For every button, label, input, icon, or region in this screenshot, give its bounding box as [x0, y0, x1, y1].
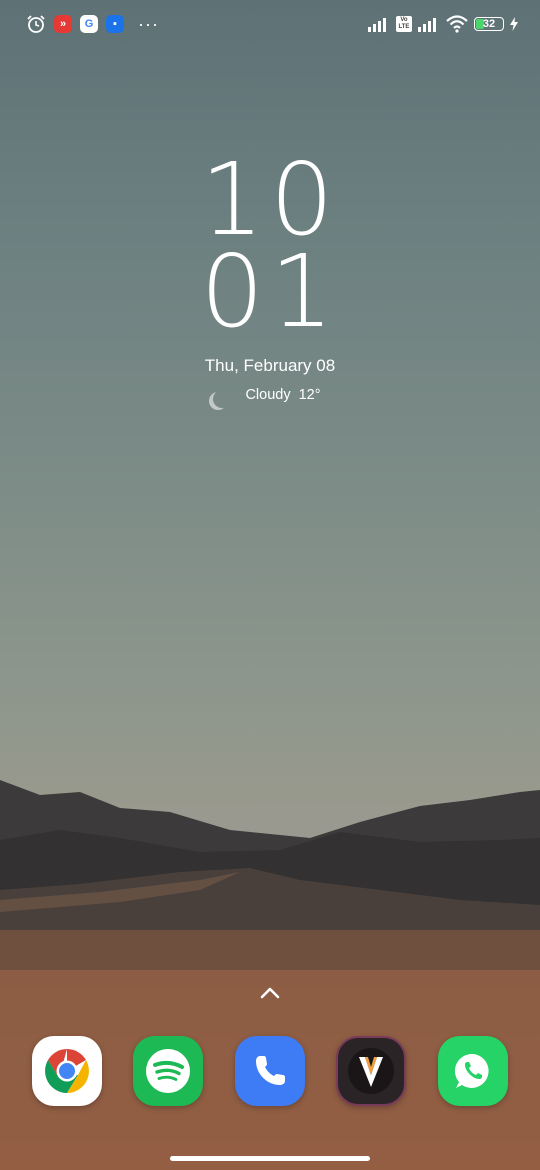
phone-icon — [256, 1056, 285, 1085]
battery-icon: 32 — [474, 17, 504, 31]
navigation-gesture-bar[interactable] — [170, 1156, 370, 1161]
app-drawer-chevron-up-icon[interactable] — [256, 983, 284, 1003]
charging-icon — [510, 17, 518, 31]
wifi-icon — [446, 15, 468, 33]
moon-cloud-icon — [209, 392, 227, 410]
volte-icon: Vo LTE — [396, 16, 412, 32]
chrome-app-icon[interactable] — [32, 1036, 102, 1106]
weather-temperature: 12° — [298, 387, 321, 403]
alarm-icon — [27, 15, 45, 33]
phone-app-icon[interactable] — [235, 1036, 305, 1106]
clock-minutes: 01 — [200, 233, 340, 350]
weather-condition: Cloudy — [245, 387, 291, 403]
app-notification-red-icon: » — [54, 15, 72, 33]
weather-widget[interactable]: Cloudy 12° — [0, 386, 540, 404]
signal-icon — [368, 18, 386, 32]
spotify-icon — [146, 1049, 190, 1093]
google-icon: G — [80, 15, 98, 33]
app-notification-blue-icon: ▪ — [106, 15, 124, 33]
whatsapp-icon — [454, 1053, 489, 1088]
date-label: Thu, February 08 — [204, 356, 336, 375]
system-icons: Vo LTE 32 — [368, 15, 518, 33]
whatsapp-app-icon[interactable] — [438, 1036, 508, 1106]
v-app-icon[interactable] — [336, 1036, 406, 1106]
battery-level: 32 — [482, 18, 496, 30]
notification-icons: » G ▪ ··· — [26, 14, 159, 34]
v-app-logo-icon — [348, 1048, 394, 1094]
more-notifications-indicator: ··· — [138, 14, 159, 34]
status-bar: » G ▪ ··· Vo LTE 32 — [0, 0, 540, 48]
chrome-icon — [45, 1049, 89, 1093]
signal-icon-2 — [418, 18, 436, 32]
app-dock — [0, 1036, 540, 1108]
spotify-app-icon[interactable] — [133, 1036, 203, 1106]
